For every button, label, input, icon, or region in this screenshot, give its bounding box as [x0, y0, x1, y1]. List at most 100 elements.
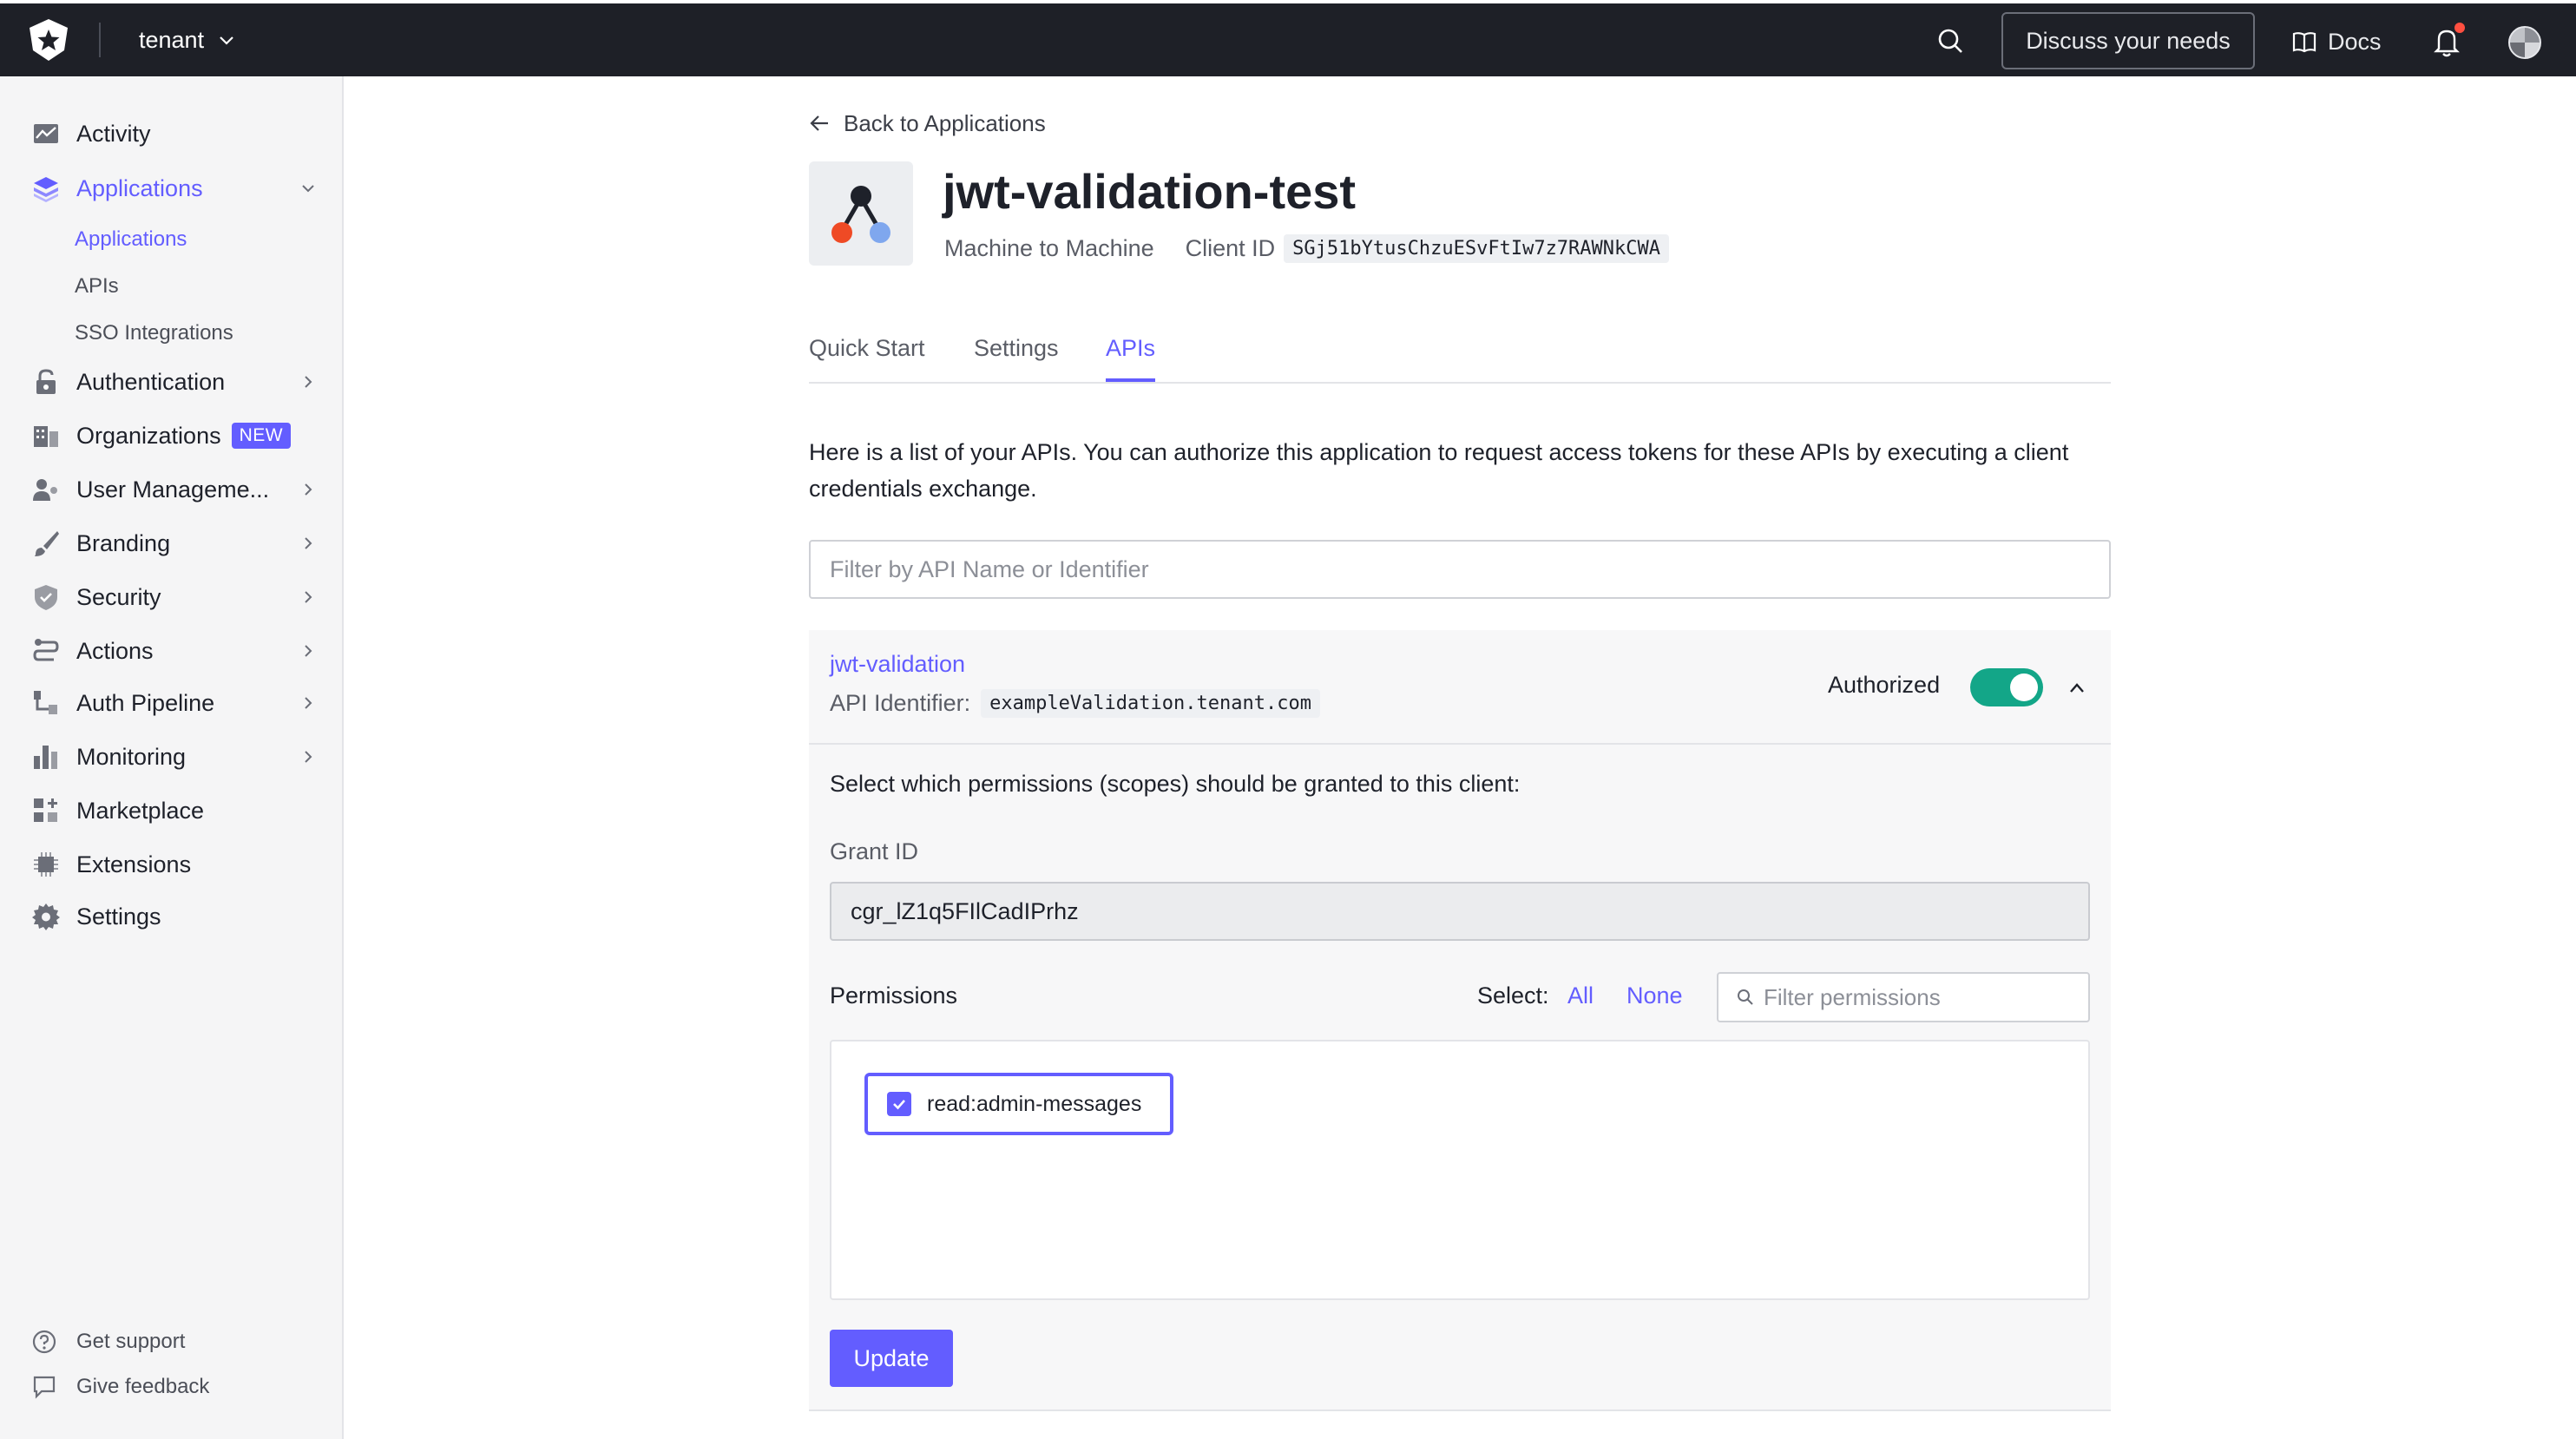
- chevron-right-icon: [305, 483, 312, 496]
- permissions-list: read:admin-messages: [830, 1040, 2090, 1300]
- chevron-down-icon: [220, 36, 233, 45]
- checkbox-checked-icon[interactable]: [887, 1092, 911, 1116]
- docs-link[interactable]: Docs: [2291, 24, 2382, 59]
- chevron-right-icon: [305, 537, 312, 549]
- sidebar-item-applications[interactable]: Applications: [31, 168, 318, 209]
- chevron-right-icon: [305, 697, 312, 709]
- top-bar: tenant Discuss your needs Docs: [0, 3, 2576, 76]
- tab-settings[interactable]: Settings: [974, 335, 1059, 382]
- book-icon: [2292, 32, 2316, 53]
- tenant-label: tenant: [139, 26, 205, 53]
- gear-icon: [32, 903, 60, 930]
- sidebar-subitem-applications[interactable]: Applications: [75, 222, 187, 257]
- m2m-app-icon: [831, 186, 890, 243]
- chevron-up-icon[interactable]: [2066, 677, 2088, 700]
- api-card: jwt-validation API Identifier: exampleVa…: [809, 630, 2111, 1411]
- sidebar-item-marketplace[interactable]: Marketplace: [31, 790, 318, 831]
- sidebar-subitem-apis[interactable]: APIs: [75, 269, 119, 304]
- sidebar-subitem-sso-integrations[interactable]: SSO Integrations: [75, 316, 233, 351]
- sidebar-item-organizations[interactable]: Organizations NEW: [31, 415, 318, 457]
- permission-item[interactable]: read:admin-messages: [864, 1073, 1173, 1135]
- tenant-selector[interactable]: tenant: [139, 23, 237, 57]
- api-identifier-value: exampleValidation.tenant.com: [981, 689, 1320, 718]
- select-none-link[interactable]: None: [1626, 982, 1683, 1009]
- divider: [99, 23, 101, 57]
- sidebar-subitem-label: Applications: [75, 227, 187, 251]
- sidebar-item-monitoring[interactable]: Monitoring: [31, 736, 318, 778]
- client-id-value[interactable]: SGj51bYtusChzuESvFtIw7z7RAWNkCWA: [1284, 233, 1670, 263]
- sidebar-item-label: Monitoring: [76, 743, 187, 770]
- give-feedback-link[interactable]: Give feedback: [31, 1370, 209, 1404]
- discuss-your-needs-button[interactable]: Discuss your needs: [2001, 12, 2255, 69]
- grant-id-field[interactable]: cgr_lZ1q5FIlCadIPrhz: [830, 882, 2090, 941]
- sidebar-item-actions[interactable]: Actions: [31, 630, 318, 672]
- app-meta: Machine to Machine Client ID SGj51bYtusC…: [944, 231, 1670, 266]
- sidebar-item-auth-pipeline[interactable]: Auth Pipeline: [31, 682, 318, 724]
- search-icon[interactable]: [1935, 26, 1965, 56]
- sidebar-item-branding[interactable]: Branding: [31, 522, 318, 564]
- feedback-icon: [33, 1376, 56, 1399]
- authorized-toggle[interactable]: [1970, 668, 2043, 706]
- shield-icon: [35, 585, 57, 610]
- sidebar-item-label: Extensions: [76, 851, 192, 877]
- application-icon: [809, 161, 913, 266]
- sidebar-item-security[interactable]: Security: [31, 576, 318, 618]
- actions-icon: [33, 639, 59, 661]
- get-support-label: Get support: [76, 1330, 186, 1353]
- permissions-label: Permissions: [830, 982, 958, 1009]
- help-icon: [32, 1330, 56, 1354]
- chevron-right-icon: [305, 376, 312, 388]
- arrow-left-icon: [810, 115, 828, 131]
- sidebar-item-label: Activity: [76, 120, 151, 147]
- sidebar-item-label: Settings: [76, 903, 161, 930]
- api-filter-input[interactable]: [809, 540, 2111, 599]
- toggle-knob: [2010, 674, 2038, 701]
- tab-quick-start[interactable]: Quick Start: [809, 335, 925, 382]
- tab-label: Quick Start: [809, 335, 925, 361]
- sidebar-item-authentication[interactable]: Authentication: [31, 361, 318, 403]
- docs-label: Docs: [2328, 28, 2382, 55]
- activity-icon: [34, 124, 58, 143]
- sidebar-item-user-management[interactable]: User Manageme...: [31, 469, 318, 510]
- chevron-right-icon: [305, 645, 312, 657]
- applications-icon: [34, 177, 58, 202]
- sidebar-subitem-label: SSO Integrations: [75, 321, 233, 345]
- sidebar-item-extensions[interactable]: Extensions: [31, 844, 318, 885]
- permission-name: read:admin-messages: [927, 1091, 1142, 1116]
- sidebar-item-label: Organizations: [76, 422, 221, 449]
- tab-bar: Quick Start Settings APIs: [809, 328, 2111, 384]
- select-label: Select:: [1477, 982, 1549, 1009]
- give-feedback-label: Give feedback: [76, 1375, 210, 1398]
- back-label: Back to Applications: [844, 109, 1046, 136]
- api-card-header[interactable]: jwt-validation API Identifier: exampleVa…: [809, 630, 2111, 745]
- authorized-label: Authorized: [1828, 672, 1941, 698]
- update-button[interactable]: Update: [830, 1330, 953, 1387]
- organizations-icon: [34, 426, 58, 447]
- search-icon: [1738, 989, 1753, 1005]
- lock-icon: [36, 369, 56, 394]
- api-name-link[interactable]: jwt-validation: [830, 651, 965, 678]
- new-badge: NEW: [231, 423, 292, 449]
- sidebar-item-label: Branding: [76, 529, 171, 556]
- auth0-logo-icon[interactable]: [26, 17, 71, 62]
- tab-apis[interactable]: APIs: [1106, 335, 1156, 382]
- permissions-filter[interactable]: [1717, 972, 2090, 1022]
- bar-chart-icon: [34, 746, 57, 769]
- grant-id-label: Grant ID: [830, 838, 919, 864]
- tab-label: APIs: [1106, 335, 1156, 361]
- sidebar-item-label: Marketplace: [76, 797, 205, 824]
- sidebar-item-settings[interactable]: Settings: [31, 896, 318, 937]
- scopes-instructions: Select which permissions (scopes) should…: [830, 771, 1521, 797]
- permissions-filter-input[interactable]: [1764, 983, 2076, 1011]
- sidebar-item-activity[interactable]: Activity: [31, 113, 318, 154]
- sidebar-item-label: Applications: [76, 174, 203, 201]
- app-type: Machine to Machine: [944, 234, 1154, 261]
- get-support-link[interactable]: Get support: [31, 1324, 185, 1359]
- sidebar-item-label: Auth Pipeline: [76, 689, 215, 716]
- avatar[interactable]: [2508, 26, 2541, 59]
- select-all-link[interactable]: All: [1567, 982, 1594, 1009]
- api-identifier: API Identifier: exampleValidation.tenant…: [830, 689, 1320, 718]
- users-icon: [33, 479, 57, 501]
- back-to-applications-link[interactable]: Back to Applications: [809, 106, 1046, 141]
- check-icon: [893, 1100, 905, 1110]
